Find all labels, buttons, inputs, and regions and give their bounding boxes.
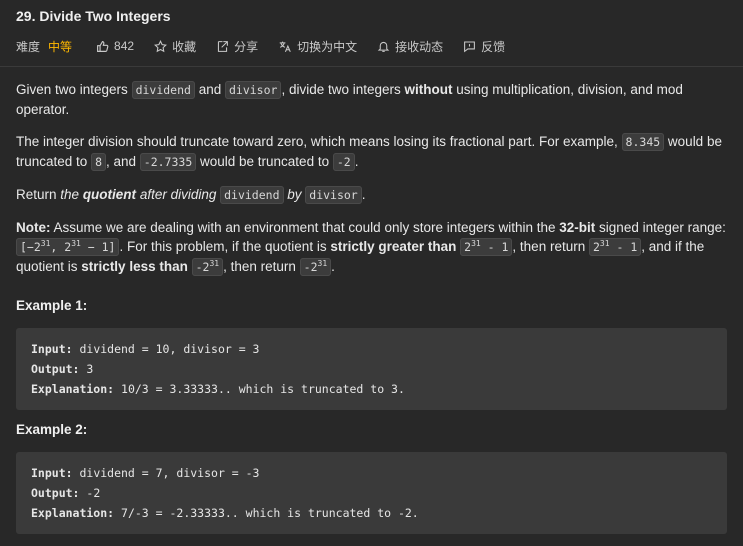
share-button[interactable]: 分享 [216,38,258,55]
share-icon [217,40,228,52]
notify-button[interactable]: 接收动态 [377,38,443,55]
thumbs-up-icon [97,40,109,52]
text: . For this problem, if the quotient is [119,239,331,254]
text: and [194,82,225,97]
header-divider [0,66,743,67]
text: , divide two integers [281,82,405,97]
italic-text: by [283,187,306,202]
italic-text: the [60,187,83,202]
description-paragraph-3: Return the quotient after dividing divid… [16,185,731,205]
output-label: Output: [31,362,80,376]
example-1-title: Example 1: [16,298,88,313]
inline-code: -2.7335 [139,153,197,171]
description-paragraph-1: Given two integers dividend and divisor,… [16,80,731,119]
translate-icon [279,41,291,52]
note-label: Note: [16,220,51,235]
inline-code: dividend [131,81,195,99]
bold-text: strictly less than [81,259,188,274]
like-count: 842 [114,39,135,53]
text: . [361,187,366,202]
text: The integer division should truncate tow… [16,134,622,149]
inline-code: dividend [220,186,284,204]
inline-code: -231 [191,258,224,276]
favorite-button[interactable]: 收藏 [154,38,196,55]
inline-code: 8.345 [621,133,665,151]
explanation-label: Explanation: [31,506,115,520]
feedback-icon [464,41,476,52]
inline-code: 231 - 1 [460,238,513,256]
inline-code: -2 [332,153,355,171]
feedback-label: 反馈 [481,39,506,54]
inline-code: -231 [299,258,332,276]
explanation-value: 10/3 = 3.33333.. which is truncated to 3… [114,382,405,396]
bold-text: strictly greater than [330,239,457,254]
text: , then return [223,259,300,274]
star-icon [154,39,168,52]
text: signed integer range: [595,220,726,235]
text: . [331,259,335,274]
inline-code-range: [−231, 231 − 1] [16,238,120,256]
bold-italic-text: quotient [82,187,137,202]
difficulty-badge: 中等 [48,39,73,54]
output-value: 3 [79,362,94,376]
example-2-title: Example 2: [16,422,88,437]
input-label: Input: [31,466,73,480]
text: . [354,154,359,169]
text: Assume we are dealing with an environmen… [50,220,560,235]
inline-code: divisor [305,186,362,204]
inline-code: 231 - 1 [588,238,642,256]
like-button[interactable]: 842 [96,39,134,53]
text: , and [106,154,140,169]
feedback-button[interactable]: 反馈 [463,38,505,55]
bell-icon [377,41,390,52]
problem-title: 29. Divide Two Integers [16,8,171,24]
explanation-value: 7/-3 = -2.33333.. which is truncated to … [114,506,419,520]
example-1-block: Input: dividend = 10, divisor = 3 Output… [16,328,727,410]
description-paragraph-2: The integer division should truncate tow… [16,132,731,172]
italic-text: after dividing [136,187,221,202]
output-value: -2 [79,486,101,500]
output-label: Output: [31,486,80,500]
text: would be truncated to [196,154,333,169]
text: Return [16,187,61,202]
switch-language-button[interactable]: 切换为中文 [278,38,357,55]
explanation-label: Explanation: [31,382,115,396]
inline-code: divisor [224,81,282,99]
bold-text: 32-bit [559,220,596,235]
example-2-block: Input: dividend = 7, divisor = -3 Output… [16,452,727,534]
input-value: dividend = 10, divisor = 3 [72,342,260,356]
inline-code: 8 [91,153,106,171]
problem-meta-bar: 难度 中等 842 收藏 分享 切换为中文 接收动态 反馈 [16,37,525,55]
switch-language-label: 切换为中文 [297,39,358,54]
input-label: Input: [31,342,73,356]
text: , then return [512,239,589,254]
input-value: dividend = 7, divisor = -3 [72,466,260,480]
notify-label: 接收动态 [395,39,444,54]
description-paragraph-note: Note: Assume we are dealing with an envi… [16,218,731,277]
bold-text: without [404,82,453,97]
text: Given two integers [16,82,132,97]
problem-description: Given two integers dividend and divisor,… [16,80,731,277]
difficulty-label: 难度 [16,39,41,54]
share-label: 分享 [234,39,259,54]
favorite-label: 收藏 [172,39,197,54]
